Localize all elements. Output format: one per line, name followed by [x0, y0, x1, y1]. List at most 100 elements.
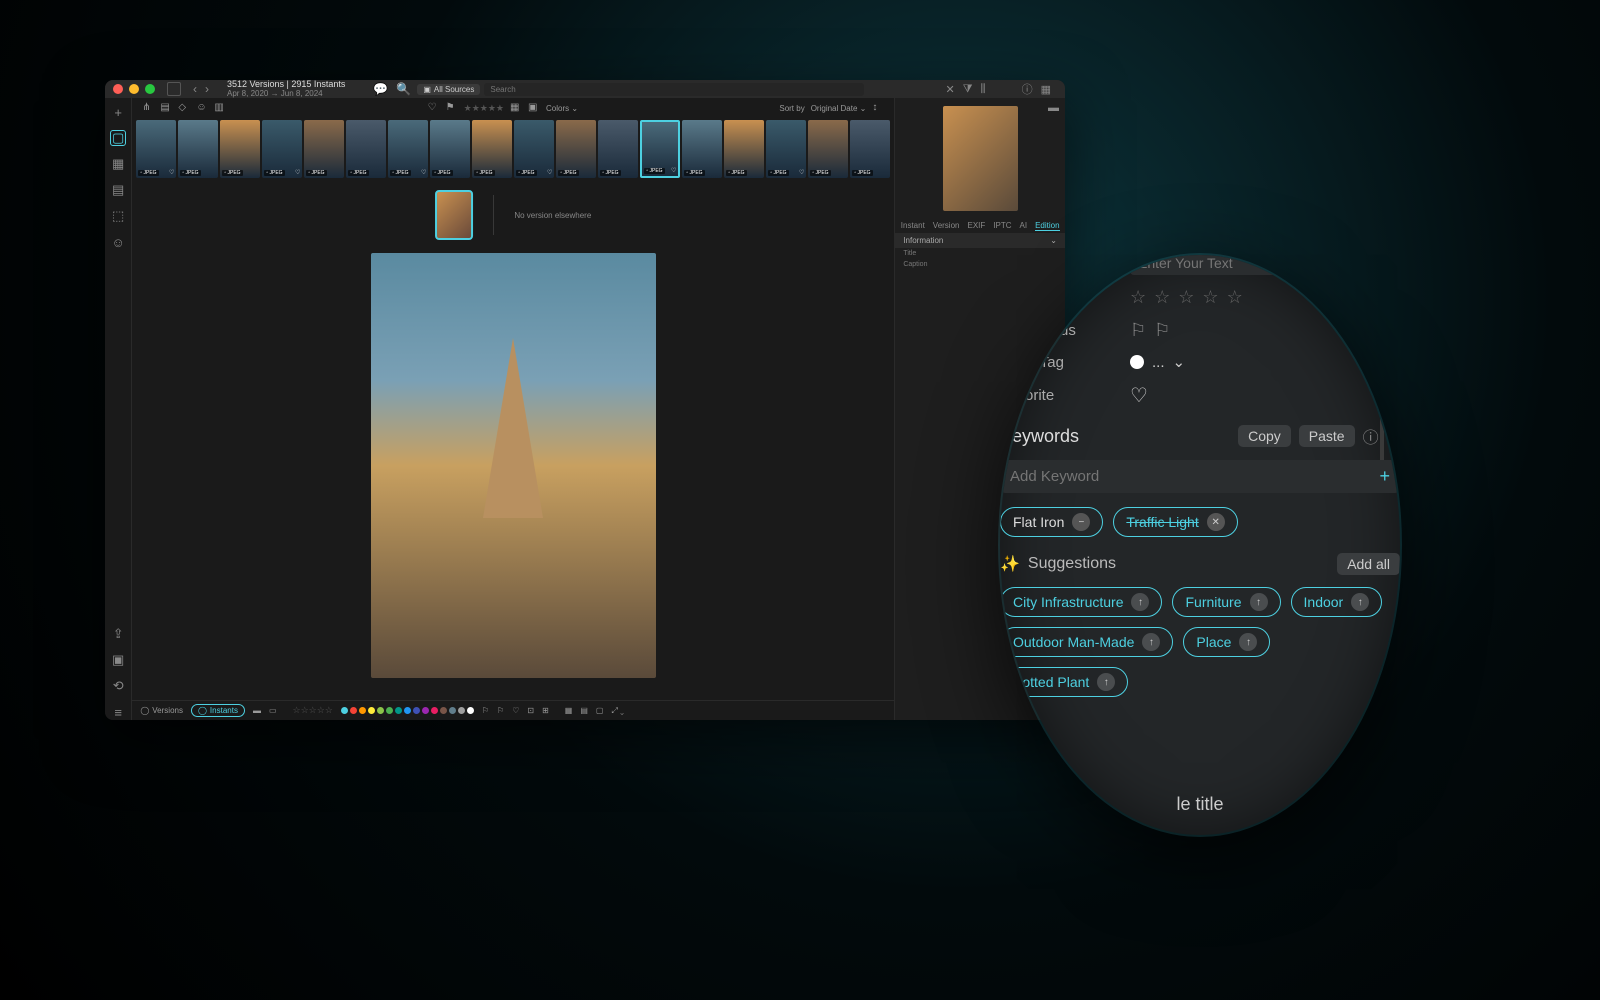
- paste-button[interactable]: Paste: [1299, 425, 1355, 447]
- remove-icon[interactable]: −: [1072, 513, 1090, 531]
- person-icon[interactable]: ☺: [196, 102, 208, 114]
- tab-ai[interactable]: AI: [1020, 221, 1028, 231]
- thumbnail[interactable]: ▫ JPEG: [682, 120, 722, 178]
- color-dot[interactable]: [377, 707, 384, 714]
- color-dot[interactable]: [359, 707, 366, 714]
- keyword-chip[interactable]: Traffic Light✕: [1113, 507, 1237, 537]
- tile-view-icon[interactable]: ▦: [110, 156, 126, 172]
- color-dot[interactable]: [422, 707, 429, 714]
- thumbnail[interactable]: ▫ JPEG♡: [262, 120, 302, 178]
- histogram-icon[interactable]: ⫼: [981, 83, 986, 96]
- close-search-icon[interactable]: ✕: [946, 83, 955, 96]
- sort-dropdown[interactable]: Original Date ⌄: [811, 104, 867, 113]
- map-icon[interactable]: ⬚: [110, 208, 126, 224]
- stack-icon[interactable]: ▤: [160, 102, 172, 114]
- flag-controls[interactable]: ⚐⚐: [1130, 320, 1400, 341]
- add-suggestion-icon[interactable]: ↑: [1239, 633, 1257, 651]
- chevron-down-icon[interactable]: ⌄: [1387, 426, 1400, 446]
- thumbnail[interactable]: ▫ JPEG: [556, 120, 596, 178]
- thumbnail[interactable]: ▫ JPEG: [220, 120, 260, 178]
- sidebar-toggle-icon[interactable]: [167, 82, 181, 96]
- thumbnail[interactable]: ▫ JPEG♡: [388, 120, 428, 178]
- color-dot[interactable]: [386, 707, 393, 714]
- search-input[interactable]: [484, 83, 864, 96]
- color-dot[interactable]: [467, 707, 474, 714]
- format-icon[interactable]: ▦: [510, 102, 522, 114]
- export-icon[interactable]: ▣: [110, 652, 126, 668]
- tab-edition[interactable]: Edition: [1035, 221, 1059, 231]
- building-icon[interactable]: ▥: [214, 102, 226, 114]
- folder-icon[interactable]: ▬: [253, 706, 261, 715]
- grid-view-icon[interactable]: ▢: [110, 130, 126, 146]
- main-image[interactable]: [371, 253, 656, 678]
- close-button[interactable]: [113, 84, 123, 94]
- keyword-chip[interactable]: Flat Iron−: [1000, 507, 1103, 537]
- add-all-button[interactable]: Add all: [1337, 553, 1400, 575]
- tag-icon[interactable]: ◇: [178, 102, 190, 114]
- forward-button[interactable]: ›: [203, 82, 211, 96]
- rating-stars[interactable]: ☆☆☆☆☆: [1130, 287, 1400, 308]
- back-button[interactable]: ‹: [191, 82, 199, 96]
- color-dot[interactable]: [395, 707, 402, 714]
- thumbnail[interactable]: ▫ JPEG♡: [514, 120, 554, 178]
- suggestion-chip[interactable]: Indoor↑: [1291, 587, 1383, 617]
- zoom-icon[interactable]: ⤢ ⌄: [611, 706, 623, 716]
- comment-icon[interactable]: 💬: [371, 82, 390, 96]
- color-dot[interactable]: [449, 707, 456, 714]
- flag-filter-icon[interactable]: ⚑: [446, 102, 458, 114]
- usage-terms-input[interactable]: [1130, 255, 1310, 275]
- instants-toggle[interactable]: ◯ Instants: [191, 704, 245, 717]
- add-keyword-field[interactable]: +: [1000, 460, 1400, 493]
- favorite-icon[interactable]: ♡: [512, 706, 519, 715]
- color-dot[interactable]: [440, 707, 447, 714]
- suggestion-chip[interactable]: Furniture↑: [1172, 587, 1280, 617]
- layout3-icon[interactable]: ▢: [596, 706, 604, 715]
- color-dots[interactable]: [341, 707, 474, 714]
- menu-icon[interactable]: ≡: [110, 704, 126, 720]
- color-dot[interactable]: [341, 707, 348, 714]
- search-icon[interactable]: 🔍: [394, 82, 413, 96]
- add-keyword-input[interactable]: [1010, 468, 1371, 485]
- add-suggestion-icon[interactable]: ↑: [1250, 593, 1268, 611]
- remove-icon[interactable]: ✕: [1207, 513, 1225, 531]
- sort-dir-icon[interactable]: ↕: [872, 102, 884, 114]
- info-icon[interactable]: ⓘ: [1363, 424, 1379, 448]
- tree-icon[interactable]: ⋔: [142, 102, 154, 114]
- info-section-header[interactable]: Information⌄: [895, 233, 1065, 248]
- suggestion-chip[interactable]: Place↑: [1183, 627, 1270, 657]
- thumbnail[interactable]: ▫ JPEG♡: [136, 120, 176, 178]
- suggestion-chip[interactable]: City Infrastructure↑: [1000, 587, 1162, 617]
- layout1-icon[interactable]: ▦: [565, 706, 573, 715]
- tab-iptc[interactable]: IPTC: [993, 221, 1011, 231]
- color-dot[interactable]: [404, 707, 411, 714]
- thumbnail[interactable]: ▫ JPEG: [430, 120, 470, 178]
- thumbnail[interactable]: ▫ JPEG♡: [640, 120, 680, 178]
- versions-toggle[interactable]: ◯ Versions: [140, 706, 183, 715]
- color-dot[interactable]: [431, 707, 438, 714]
- folder2-icon[interactable]: ▭: [269, 706, 277, 715]
- people-icon[interactable]: ☺: [110, 234, 126, 250]
- add-suggestion-icon[interactable]: ↑: [1351, 593, 1369, 611]
- help-icon[interactable]: ⓘ: [1022, 81, 1033, 97]
- color-dot[interactable]: [413, 707, 420, 714]
- favorite-toggle[interactable]: ♡: [1130, 383, 1400, 408]
- thumbnail[interactable]: ▫ JPEG: [724, 120, 764, 178]
- tab-instant[interactable]: Instant: [901, 221, 925, 231]
- share-icon[interactable]: ⇪: [110, 626, 126, 642]
- color-dot[interactable]: [368, 707, 375, 714]
- scan-icon[interactable]: ⊞: [542, 706, 549, 715]
- thumbnail[interactable]: ▫ JPEG: [808, 120, 848, 178]
- version-thumb[interactable]: [435, 190, 473, 240]
- suggestion-chip[interactable]: Outdoor Man-Made↑: [1000, 627, 1173, 657]
- panel-toggle-icon[interactable]: ▦: [1041, 83, 1051, 96]
- maximize-button[interactable]: [145, 84, 155, 94]
- rating-display[interactable]: ☆☆☆☆☆: [293, 705, 333, 716]
- add-keyword-button[interactable]: +: [1379, 466, 1390, 487]
- minimize-button[interactable]: [129, 84, 139, 94]
- suggestion-chip[interactable]: Potted Plant↑: [1000, 667, 1128, 697]
- compare-icon[interactable]: ⊡: [527, 706, 534, 715]
- sync-icon[interactable]: ⟲: [110, 678, 126, 694]
- thumbnail[interactable]: ▫ JPEG: [472, 120, 512, 178]
- colors-dropdown[interactable]: Colors ⌄: [546, 104, 578, 113]
- panel-collapse-icon[interactable]: ▬: [1048, 102, 1059, 114]
